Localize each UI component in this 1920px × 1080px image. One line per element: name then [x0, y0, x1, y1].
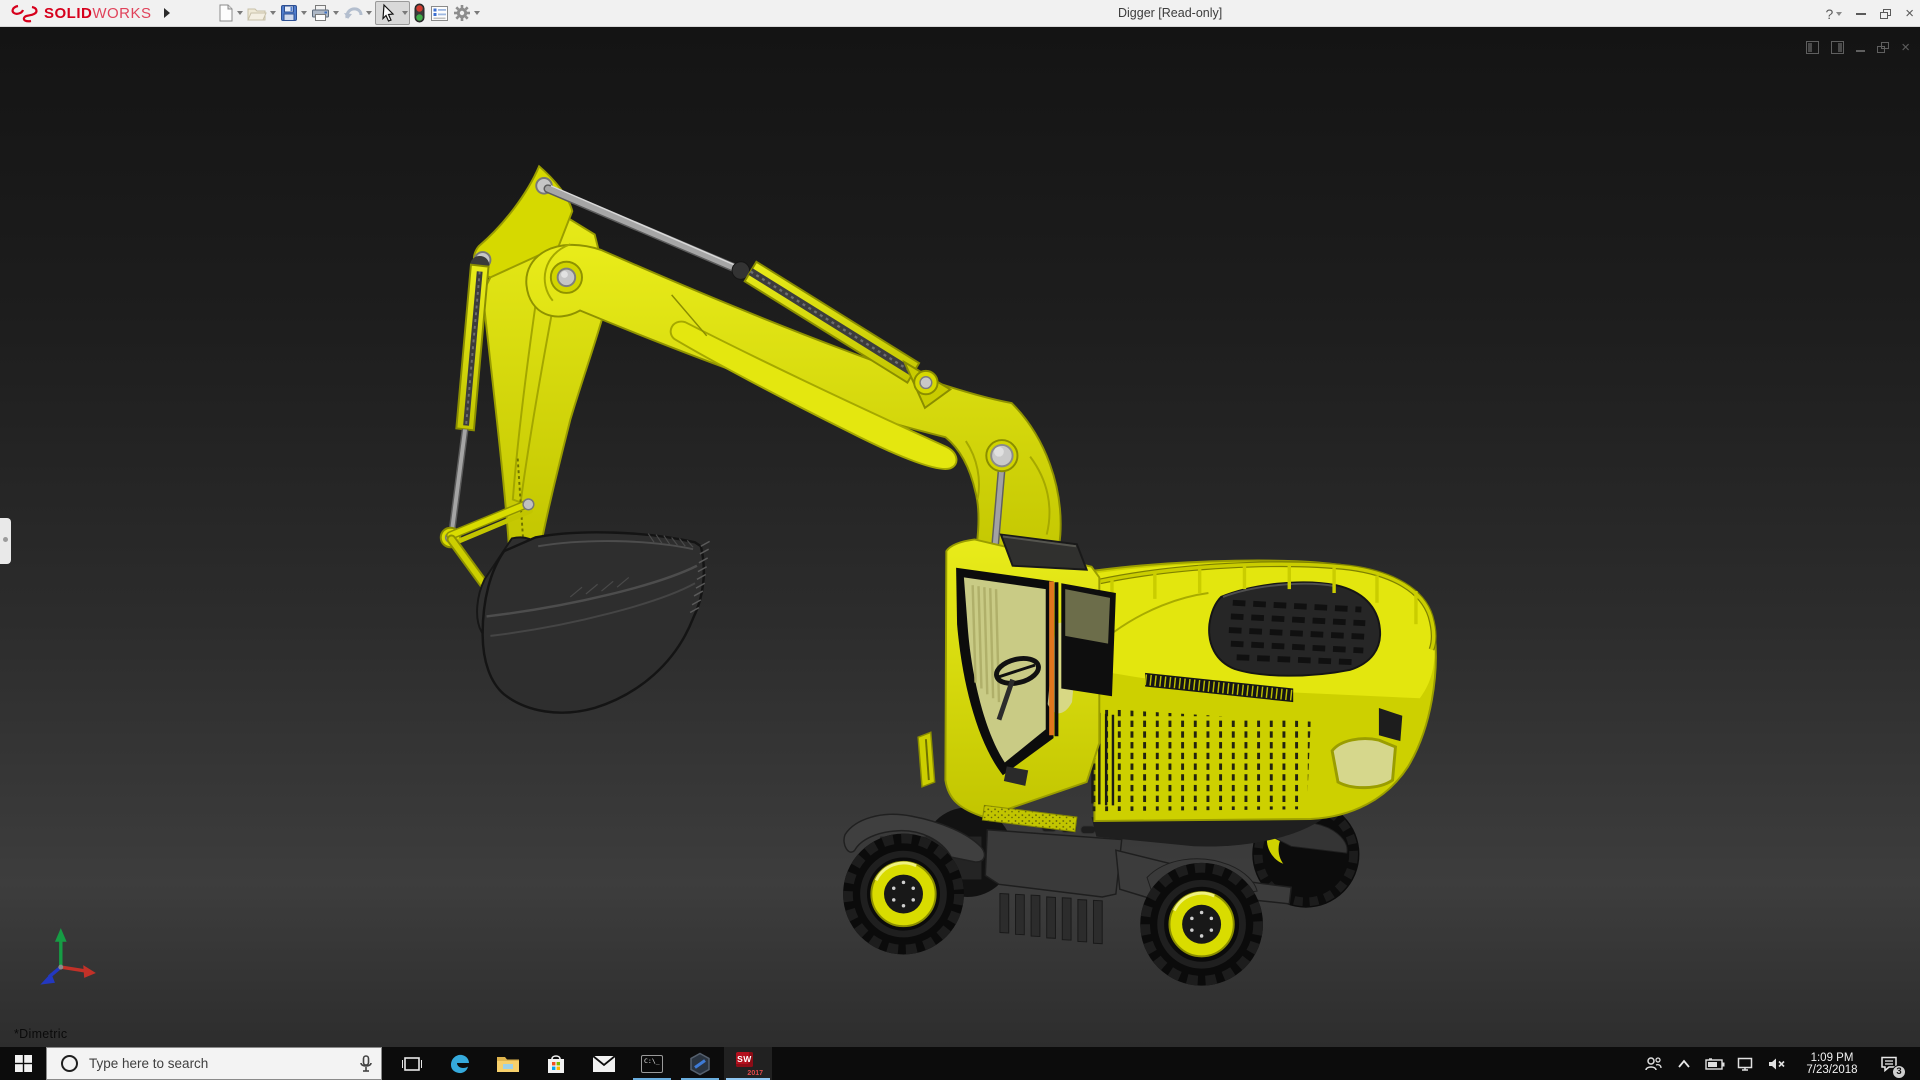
- document-window-controls: ×: [1806, 39, 1910, 56]
- help-button[interactable]: ?: [1825, 6, 1842, 22]
- solidworks-app-button[interactable]: SW 2017: [724, 1047, 772, 1080]
- open-button[interactable]: [246, 1, 277, 25]
- rebuild-traffic-light-icon: [413, 3, 426, 23]
- cab: [918, 535, 1116, 832]
- solidworks-logo[interactable]: SOLIDWORKS: [10, 3, 152, 23]
- bucket: [483, 532, 710, 712]
- tab-grip-dot: [3, 537, 8, 542]
- doc-close-button[interactable]: ×: [1901, 39, 1910, 56]
- windows-logo-icon: [15, 1055, 32, 1072]
- microphone-icon[interactable]: [359, 1055, 373, 1073]
- toolbar-flyout-arrow[interactable]: [160, 4, 174, 22]
- store-button[interactable]: [532, 1047, 580, 1080]
- bucket-cylinder: [441, 256, 490, 547]
- network-icon[interactable]: [1735, 1057, 1757, 1071]
- print-button[interactable]: [310, 1, 340, 25]
- pane-left-button[interactable]: [1806, 41, 1819, 54]
- print-icon: [311, 4, 330, 22]
- 3d-scene: [0, 27, 1920, 1047]
- window-controls: ? ×: [1825, 0, 1914, 27]
- brand-solid: SOLID: [44, 5, 92, 22]
- cortana-icon: [61, 1055, 78, 1072]
- digger-model[interactable]: [441, 166, 1436, 985]
- engine-hood: [1209, 582, 1380, 675]
- task-view-icon: [402, 1056, 422, 1072]
- minimize-button[interactable]: [1856, 13, 1866, 15]
- taskbar-search[interactable]: [46, 1047, 382, 1080]
- edge-button[interactable]: [436, 1047, 484, 1080]
- command-prompt-button[interactable]: C:\_: [628, 1047, 676, 1080]
- select-tool-button[interactable]: [375, 1, 410, 25]
- tray-chevron-icon[interactable]: [1673, 1059, 1695, 1069]
- undo-icon: [343, 4, 363, 22]
- new-document-icon: [217, 4, 234, 22]
- rebuild-button[interactable]: [412, 1, 427, 25]
- save-button[interactable]: [279, 1, 308, 25]
- titlebar: SOLIDWORKS: [0, 0, 1920, 27]
- system-tray: 1:09 PM 7/23/2018 3: [1642, 1047, 1920, 1080]
- file-explorer-button[interactable]: [484, 1047, 532, 1080]
- graphics-viewport[interactable]: × *Dimetric: [0, 27, 1920, 1047]
- start-button[interactable]: [0, 1047, 46, 1080]
- open-folder-icon: [247, 4, 267, 22]
- notification-badge: 3: [1892, 1065, 1906, 1079]
- mail-icon: [592, 1055, 616, 1073]
- people-icon[interactable]: [1642, 1056, 1664, 1072]
- brand-text: SOLIDWORKS: [44, 5, 152, 22]
- options-button[interactable]: [452, 1, 481, 25]
- wheel-rear-left: [1140, 863, 1263, 986]
- save-icon: [280, 4, 298, 22]
- file-properties-button[interactable]: [429, 1, 450, 25]
- clock-time: 1:09 PM: [1801, 1052, 1863, 1064]
- edge-icon: [448, 1052, 472, 1076]
- orientation-triad: [40, 928, 96, 985]
- hexagon-app-button[interactable]: [676, 1047, 724, 1080]
- mail-button[interactable]: [580, 1047, 628, 1080]
- search-input[interactable]: [89, 1056, 319, 1071]
- doc-minimize-button[interactable]: [1856, 44, 1865, 52]
- doc-restore-button[interactable]: [1877, 42, 1889, 53]
- taskbar-apps: C:\_ SW 2017: [388, 1047, 772, 1080]
- brand-works: WORKS: [92, 5, 151, 22]
- command-prompt-icon: C:\_: [641, 1055, 663, 1073]
- select-cursor-icon: [377, 3, 399, 23]
- gear-icon: [453, 4, 471, 22]
- window-title: Digger [Read-only]: [1118, 0, 1222, 27]
- store-icon: [545, 1053, 567, 1075]
- hexagon-app-icon: [688, 1052, 712, 1076]
- solidworks-window: SOLIDWORKS: [0, 0, 1920, 1080]
- view-orientation-label: *Dimetric: [14, 1027, 67, 1041]
- clock[interactable]: 1:09 PM 7/23/2018: [1801, 1052, 1863, 1076]
- task-view-button[interactable]: [388, 1047, 436, 1080]
- clock-date: 7/23/2018: [1801, 1064, 1863, 1076]
- battery-icon[interactable]: [1704, 1058, 1726, 1070]
- pane-right-button[interactable]: [1831, 41, 1844, 54]
- upper-body: [1089, 561, 1436, 847]
- restore-button[interactable]: [1880, 9, 1891, 19]
- solidworks-logo-icon: [10, 3, 40, 23]
- featuremanager-collapsed-tab[interactable]: [0, 518, 11, 564]
- file-properties-icon: [430, 5, 449, 22]
- action-center-button[interactable]: 3: [1876, 1051, 1902, 1077]
- volume-muted-icon[interactable]: [1766, 1057, 1788, 1071]
- close-button[interactable]: ×: [1905, 9, 1914, 19]
- taskbar: C:\_ SW 2017: [0, 1047, 1920, 1080]
- quick-access-toolbar: [216, 1, 483, 25]
- new-document-button[interactable]: [216, 1, 244, 25]
- folder-icon: [496, 1054, 520, 1074]
- undo-button[interactable]: [342, 1, 373, 25]
- solidworks-app-icon: SW 2017: [735, 1052, 761, 1076]
- wheel-front-left: [843, 834, 964, 955]
